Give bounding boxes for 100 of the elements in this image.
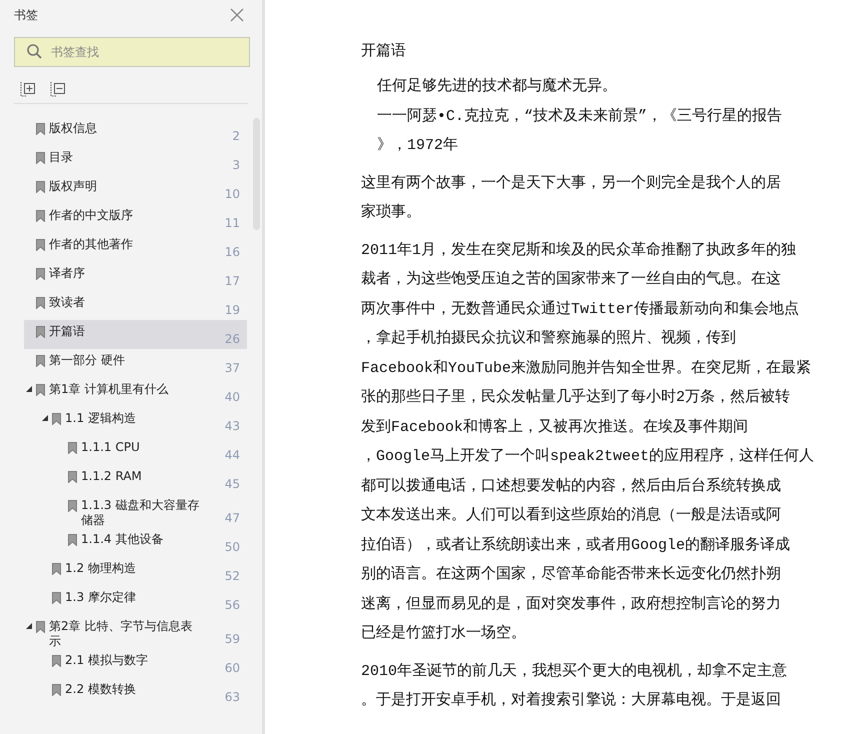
bookmark-item[interactable]: 作者的其他著作 16 <box>24 233 247 262</box>
bookmark-item[interactable]: 2.1 模拟与数字 60 <box>24 649 247 678</box>
page-number: 19 <box>224 303 241 319</box>
bookmark-icon <box>36 297 45 309</box>
bookmark-item[interactable]: 1.1 逻辑构造 43 <box>24 407 247 436</box>
text-line: Facebook和YouTube来激励同胞并告知全世界。在突尼斯，在最紧 <box>361 358 812 378</box>
bookmark-icon <box>52 684 61 696</box>
page-number: 17 <box>224 274 241 290</box>
bookmark-item[interactable]: 作者的中文版序 11 <box>24 204 247 233</box>
page-number: 59 <box>224 632 241 648</box>
text-line: 张的那些日子里，民众发帖量几乎达到了每小时2万条，然后被转 <box>361 388 792 408</box>
bookmark-item[interactable]: 1.3 摩尔定律 56 <box>24 586 247 615</box>
bookmark-title: 1.2 物理构造 <box>65 560 137 576</box>
bookmark-title: 第一部分 硬件 <box>49 352 126 368</box>
bookmark-item[interactable]: 第1章 计算机里有什么 40 <box>24 378 247 407</box>
text-line: 2010年圣诞节的前几天，我想买个更大的电视机，却拿不定主意 <box>361 661 788 682</box>
bookmark-title: 第1章 计算机里有什么 <box>49 381 170 397</box>
bookmark-title: 第2章 比特、字节与信息表示 <box>49 618 194 649</box>
bookmark-item[interactable]: 致读者 19 <box>24 291 247 320</box>
bookmark-title: 开篇语 <box>49 323 86 339</box>
bookmark-icon <box>36 239 45 251</box>
bookmark-icon <box>36 268 45 280</box>
page-number: 16 <box>224 245 241 261</box>
page-number: 47 <box>224 511 241 527</box>
bookmark-item[interactable]: 1.1.3 磁盘和大容量存储器 47 <box>24 494 247 528</box>
bookmark-icon <box>52 655 61 667</box>
text-line: 这里有两个故事，一个是天下大事，另一个则完全是我个人的居 <box>361 173 782 194</box>
bookmark-icon <box>52 592 61 604</box>
bookmark-icon <box>36 326 45 338</box>
text-line: 文本发送出来。人们可以看到这些原始的消息（一般是法语或阿 <box>361 506 782 526</box>
page-number: 10 <box>224 187 241 203</box>
text-line: 迷离，但显而易见的是，面对突发事件，政府想控制言论的努力 <box>361 594 782 614</box>
bookmark-item[interactable]: 1.1.4 其他设备 50 <box>24 528 247 557</box>
text-line: 拉伯语），或者让系统朗读出来，或者用Google的翻译服务译成 <box>361 536 792 556</box>
bookmark-icon <box>36 123 45 135</box>
bookmark-item[interactable]: 版权声明 10 <box>24 175 247 204</box>
page-number: 40 <box>224 390 241 406</box>
bookmark-item[interactable]: 1.1.2 RAM 45 <box>24 465 247 494</box>
page-number: 63 <box>224 690 241 706</box>
bookmark-item[interactable]: 2.2 模数转换 63 <box>24 678 247 707</box>
page-number: 11 <box>224 216 241 232</box>
text-line: ，拿起手机拍摄民众抗议和警察施暴的照片、视频，传到 <box>361 328 737 349</box>
bookmark-icon <box>68 471 77 483</box>
search-field[interactable]: 书签查找 <box>14 37 250 67</box>
bookmark-icon <box>68 500 77 512</box>
text-line: 别的语言。在这两个国家，尽管革命能否带来长远变化仍然扑朔 <box>361 564 782 585</box>
expander-icon[interactable] <box>42 415 48 421</box>
bookmark-title: 译者序 <box>49 265 86 281</box>
text-line: 两次事件中，无数普通民众通过Twitter传播最新动向和集会地点 <box>361 299 800 320</box>
bookmark-item[interactable]: 第2章 比特、字节与信息表示 59 <box>24 615 247 649</box>
text-line: 都可以拨通电话，口述想要发帖的内容，然后由后台系统转换成 <box>361 476 782 496</box>
bookmark-item[interactable]: 1.2 物理构造 52 <box>24 557 247 586</box>
bookmark-icon <box>36 181 45 193</box>
expand-all-button[interactable] <box>20 81 36 97</box>
bookmark-icon <box>36 384 45 396</box>
bookmark-icon <box>36 152 45 164</box>
bookmark-title: 1.1 逻辑构造 <box>65 410 137 426</box>
bookmark-title: 作者的其他著作 <box>49 236 134 252</box>
bookmark-item[interactable]: 版权信息 2 <box>24 117 247 146</box>
bookmark-title: 版权信息 <box>49 120 98 136</box>
page-number: 43 <box>224 419 241 435</box>
bookmark-item[interactable]: 1.1.1 CPU 44 <box>24 436 247 465</box>
bookmark-icon <box>36 355 45 367</box>
page-number: 44 <box>224 448 241 464</box>
bookmark-title: 版权声明 <box>49 178 98 194</box>
bookmark-title: 目录 <box>49 149 74 165</box>
bookmark-title: 作者的中文版序 <box>49 207 134 223</box>
collapse-all-button[interactable] <box>50 81 66 97</box>
bookmark-icon <box>68 442 77 454</box>
bookmark-icon <box>36 621 45 633</box>
text-line: 。于是打开安卓手机，对着搜索引擎说：大屏幕电视。于是返回 <box>361 690 782 711</box>
bookmark-item[interactable]: 第一部分 硬件 37 <box>24 349 247 378</box>
page-number: 60 <box>224 661 241 677</box>
close-button[interactable] <box>230 8 244 22</box>
quote-line: 》，1972年 <box>377 136 460 156</box>
page-number: 52 <box>224 569 241 585</box>
text-line: 2011年1月，发生在突尼斯和埃及的民众革命推翻了执政多年的独 <box>361 240 798 260</box>
quote-line: 任何足够先进的技术都与魔术无异。 <box>377 76 618 97</box>
page-number: 26 <box>224 332 241 348</box>
bookmark-icon <box>68 534 77 546</box>
bookmark-title: 致读者 <box>49 294 86 310</box>
bookmark-icon <box>36 210 45 222</box>
text-line: 已经是竹篮打水一场空。 <box>361 624 527 644</box>
bookmark-item[interactable]: 开篇语 26 <box>24 320 247 349</box>
quote-line: 一一阿瑟•C.克拉克，“技术及未来前景”，《三号行星的报告 <box>377 106 784 126</box>
search-icon <box>27 44 42 59</box>
bookmark-title: 1.1.2 RAM <box>81 468 143 484</box>
bookmark-title: 1.1.4 其他设备 <box>81 531 164 547</box>
bookmark-item[interactable]: 目录 3 <box>24 146 247 175</box>
bookmark-icon <box>52 413 61 425</box>
bookmark-title: 1.1.1 CPU <box>81 439 141 455</box>
expander-icon[interactable] <box>26 386 32 392</box>
bookmark-title: 2.2 模数转换 <box>65 681 137 697</box>
page-number: 50 <box>224 540 241 556</box>
bookmark-icon <box>52 563 61 575</box>
bookmark-item[interactable]: 译者序 17 <box>24 262 247 291</box>
section-heading: 开篇语 <box>361 42 407 62</box>
page-number: 2 <box>232 129 241 145</box>
text-line: 裁者，为这些饱受压迫之苦的国家带来了一丝自由的气息。在这 <box>361 269 782 290</box>
expander-icon[interactable] <box>26 623 32 629</box>
